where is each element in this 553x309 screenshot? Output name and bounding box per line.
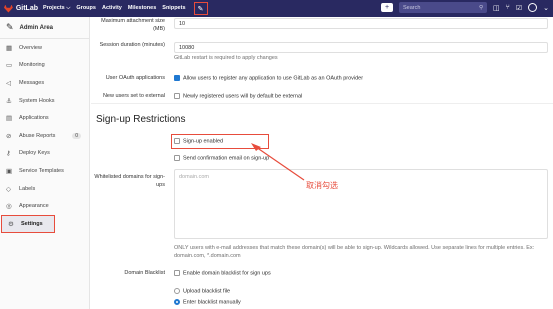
sidebar-item-system-hooks[interactable]: ⚓ System Hooks — [0, 92, 89, 110]
sidebar-item-label: Applications — [19, 115, 49, 122]
user-avatar[interactable] — [528, 3, 538, 12]
wrench-icon: ✎ — [197, 5, 204, 13]
sidebar-header[interactable]: ✎ Admin Area — [0, 17, 89, 39]
sidebar-item-applications[interactable]: ▤ Applications — [0, 109, 89, 127]
search-icon: ⚲ — [478, 4, 484, 11]
sidebar-item-label: Settings — [21, 220, 43, 227]
sidebar-item-abuse-reports[interactable]: ⊘ Abuse Reports 0 — [0, 127, 89, 145]
sidebar-item-label: Deploy Keys — [19, 150, 50, 157]
gear-icon: ⚙ — [8, 220, 14, 228]
sidebar-item-settings[interactable]: ⚙ Settings — [1, 214, 55, 233]
abuse-icon: ⊘ — [6, 132, 12, 140]
sidebar-item-labels[interactable]: ◇ Labels — [0, 180, 89, 198]
sidebar-item-service-templates[interactable]: ▣ Service Templates — [0, 162, 89, 180]
settings-content: Maximum attachment size (MB) 10 Session … — [91, 17, 553, 309]
nav-snippets[interactable]: Snippets — [162, 5, 185, 12]
main-nav: Projects ⌵ Groups Activity Milestones Sn… — [43, 5, 186, 12]
appearance-icon: ◎ — [6, 203, 12, 211]
sidebar-item-label: Service Templates — [19, 167, 64, 174]
nav-activity[interactable]: Activity — [102, 5, 122, 12]
sidebar-item-overview[interactable]: ▦ Overview — [0, 39, 89, 57]
admin-area-button[interactable]: ✎ — [193, 2, 208, 15]
sidebar-item-deploy-keys[interactable]: ⚷ Deploy Keys — [0, 145, 89, 163]
search-input[interactable]: Search ⚲ — [399, 2, 488, 13]
merge-requests-icon[interactable]: ⑂ — [506, 4, 510, 11]
sidebar-item-label: Messages — [19, 79, 45, 86]
nav-milestones[interactable]: Milestones — [128, 5, 156, 12]
sidebar-title: Admin Area — [19, 24, 53, 31]
template-icon: ▣ — [6, 167, 13, 175]
gitlab-logo[interactable]: GitLab — [4, 4, 38, 13]
sidebar-item-messages[interactable]: ◁ Messages — [0, 74, 89, 92]
sidebar-item-label: System Hooks — [19, 97, 55, 104]
monitor-icon: ▭ — [6, 62, 13, 70]
chevron-down-icon[interactable]: ⌄ — [543, 4, 549, 12]
admin-sidebar: ✎ Admin Area ▦ Overview ▭ Monitoring ◁ Mess… — [0, 17, 90, 309]
issues-icon[interactable]: ◫ — [493, 4, 500, 12]
todos-icon[interactable]: ☑ — [516, 4, 522, 12]
abuse-count-badge: 0 — [72, 132, 81, 139]
sidebar-item-monitoring[interactable]: ▭ Monitoring — [0, 57, 89, 75]
key-icon: ⚷ — [6, 150, 11, 158]
brand-name: GitLab — [15, 5, 38, 12]
hook-icon: ⚓ — [6, 97, 12, 105]
sidebar-item-appearance[interactable]: ◎ Appearance — [0, 197, 89, 215]
sidebar-item-label: Overview — [19, 44, 42, 51]
grid-icon: ▦ — [6, 44, 13, 52]
new-dropdown-button[interactable]: + — [381, 3, 394, 12]
nav-groups[interactable]: Groups — [76, 5, 96, 12]
apps-icon: ▤ — [6, 115, 13, 123]
top-right-controls: + Search ⚲ ◫ ⑂ ☑ ⌄ — [381, 2, 549, 13]
sidebar-item-label: Abuse Reports — [19, 132, 56, 139]
label-icon: ◇ — [6, 185, 11, 193]
tanuki-icon — [4, 4, 13, 13]
sidebar-item-label: Labels — [19, 185, 36, 192]
megaphone-icon: ◁ — [6, 79, 11, 87]
annotation-arrow — [251, 143, 305, 181]
search-placeholder: Search — [403, 4, 421, 11]
wrench-icon: ✎ — [6, 22, 14, 32]
sidebar-item-label: Appearance — [19, 203, 49, 210]
sidebar-item-label: Monitoring — [19, 62, 45, 69]
top-navbar: GitLab Projects ⌵ Groups Activity Milest… — [0, 0, 553, 17]
nav-projects[interactable]: Projects ⌵ — [43, 5, 70, 12]
